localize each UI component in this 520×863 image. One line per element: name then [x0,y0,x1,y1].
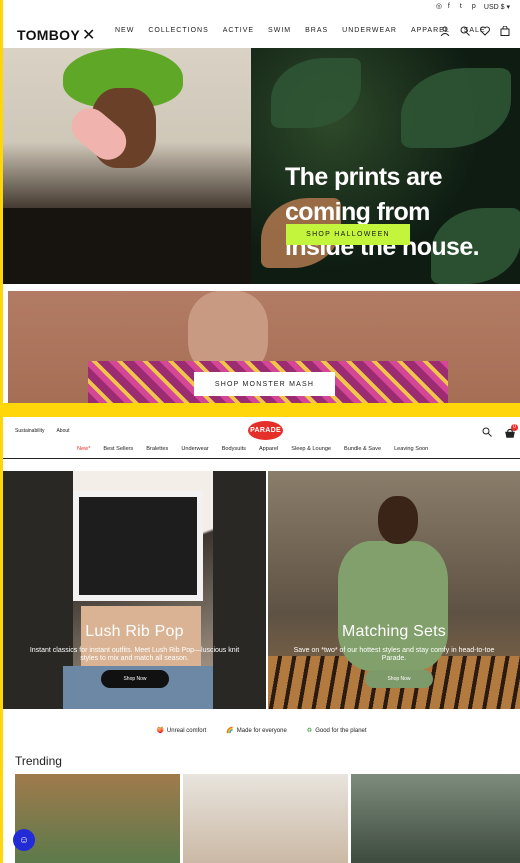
twitter-icon[interactable]: t [460,3,466,10]
hero-title: Matching Sets [342,623,446,640]
instagram-icon[interactable]: ◎ [436,3,442,10]
parade-logo[interactable]: PARADE [248,421,283,440]
nav-item-underwear[interactable]: UNDERWEAR [342,27,397,34]
pinterest-icon[interactable]: p [472,3,478,10]
trending-heading: Trending [15,754,62,768]
rainbow-icon: 🌈 [226,728,234,734]
value-label: Made for everyone [236,728,287,734]
value-label: Unreal comfort [166,728,207,734]
hero-matching-sets[interactable]: Matching Sets Save on *two* of our hotte… [268,471,520,709]
headline-line: The prints are [285,163,443,191]
nav-item-leaving-soon[interactable]: Leaving Soon [394,446,428,452]
header-icons: 0 [482,424,518,438]
top-links: Sustainability About [15,428,70,434]
hero-description: Instant classics for instant outfits. Me… [29,647,240,662]
cart-bag-icon[interactable] [500,26,510,36]
nav-item-best-sellers[interactable]: Best Sellers [103,446,133,452]
main-nav: NEW COLLECTIONS ACTIVE SWIM BRAS UNDERWE… [115,27,486,34]
chat-bubble-icon[interactable]: ☺ [13,829,35,851]
search-icon[interactable] [482,427,492,437]
nav-item-sleep-lounge[interactable]: Sleep & Lounge [291,446,331,452]
currency-selector[interactable]: USD $ ▾ [484,3,510,11]
facebook-icon[interactable]: f [448,3,454,10]
value-label: Good for the planet [315,728,367,734]
value-prop: ♻ Good for the planet [307,727,367,734]
value-prop: 🌈 Made for everyone [226,727,287,734]
nav-item-bras[interactable]: BRAS [305,27,328,34]
main-nav: New* Best Sellers Bralettes Underwear Bo… [77,446,428,452]
nav-item-bundle-save[interactable]: Bundle & Save [344,446,381,452]
hero-title: Lush Rib Pop [85,623,184,640]
shop-now-button[interactable]: Shop Now [365,670,433,688]
search-icon[interactable] [460,26,470,36]
cart-count-badge: 0 [511,424,518,431]
shop-now-button[interactable]: Shop Now [101,670,169,688]
recycle-icon: ♻ [306,728,313,734]
nav-item-apparel[interactable]: Apparel [259,446,278,452]
about-link[interactable]: About [56,428,69,434]
hero-photo-phone-model [3,48,251,284]
hero-lush-rib-pop[interactable]: Lush Rib Pop Instant classics for instan… [3,471,266,709]
nav-item-collections[interactable]: COLLECTIONS [148,27,208,34]
hero-description: Save on *two* of our hottest styles and … [293,647,495,662]
currency-label: USD $ [483,4,505,11]
hero-banner-halloween[interactable]: The prints are coming from inside the ho… [3,48,520,284]
peach-icon: 🍑 [156,728,164,734]
account-icon[interactable] [440,26,450,36]
shop-monster-mash-button[interactable]: SHOP MONSTER MASH [194,372,335,396]
brand-x-mark: ✕ [82,27,96,44]
parade-page: Sustainability About PARADE 0 New* Best … [3,417,520,863]
wishlist-heart-icon[interactable] [480,26,490,36]
utility-bar: ◎ f t p USD $ ▾ [436,3,510,11]
shop-halloween-button[interactable]: SHOP HALLOWEEN [286,224,410,245]
nav-item-active[interactable]: ACTIVE [223,27,254,34]
value-props: 🍑 Unreal comfort 🌈 Made for everyone ♻ Good… [3,727,520,734]
nav-item-bodysuits[interactable]: Bodysuits [222,446,246,452]
nav-item-bralettes[interactable]: Bralettes [146,446,168,452]
product-card[interactable] [15,774,180,863]
product-card[interactable] [351,774,520,863]
cart-icon[interactable]: 0 [504,424,518,438]
nav-item-new[interactable]: New* [77,446,90,452]
brand-logo[interactable]: TOMBOY ✕ [17,25,96,45]
nav-item-underwear[interactable]: Underwear [181,446,208,452]
nav-item-swim[interactable]: SWIM [268,27,291,34]
value-prop: 🍑 Unreal comfort [156,727,206,734]
header-icons [440,26,510,36]
product-card[interactable] [183,774,348,863]
nav-divider [3,458,520,459]
hero-headline: The prints are coming from inside the ho… [285,160,505,265]
tomboy-page: ◎ f t p USD $ ▾ TOMBOY ✕ NEW COLLECTIONS … [3,0,520,403]
nav-item-new[interactable]: NEW [115,27,134,34]
sustainability-link[interactable]: Sustainability [15,428,44,434]
brand-name: TOMBOY [17,27,80,43]
